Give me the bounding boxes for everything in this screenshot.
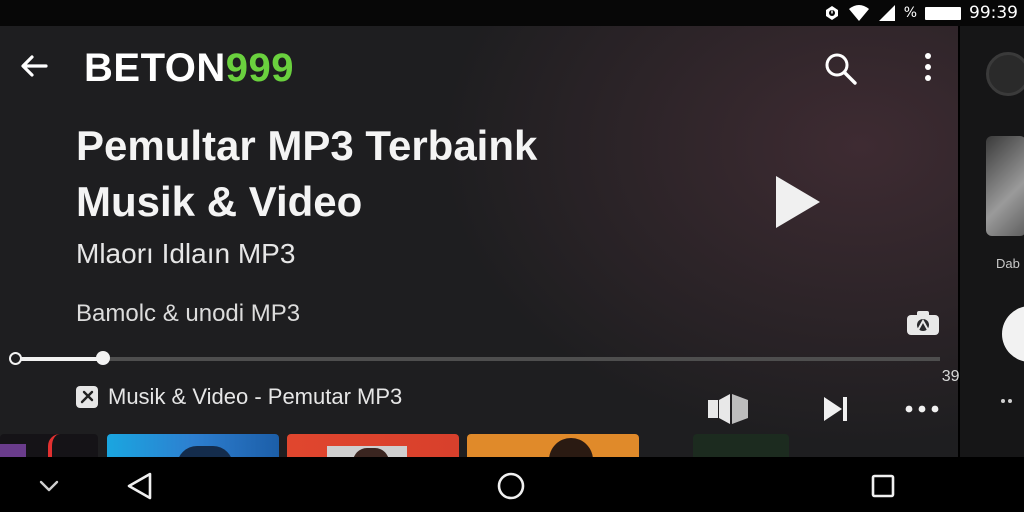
- song-title: Pemultar MP3 Terbaink Musik & Video: [76, 118, 537, 230]
- nav-back-icon[interactable]: [124, 471, 154, 501]
- brand-number: 999: [225, 46, 295, 90]
- search-icon[interactable]: [822, 50, 860, 88]
- title-line-2: Musik & Video: [76, 178, 363, 225]
- arrow-left-icon[interactable]: [16, 48, 52, 84]
- seek-bar-progress: [15, 357, 103, 361]
- status-time: 99:39: [969, 3, 1018, 23]
- nav-recents-icon[interactable]: [870, 473, 896, 499]
- chevron-down-icon[interactable]: [38, 479, 60, 493]
- avatar[interactable]: [986, 52, 1024, 96]
- thumbnail-card[interactable]: [693, 434, 789, 457]
- wifi-icon: [848, 5, 869, 21]
- navigation-bar: [0, 457, 1024, 512]
- nav-home-icon[interactable]: [496, 471, 526, 501]
- seek-start-marker: [9, 352, 22, 365]
- previous-icon[interactable]: [706, 392, 750, 426]
- status-icons: % 99:39: [824, 2, 1018, 24]
- music-note-icon: [80, 390, 94, 404]
- thumbnail-card[interactable]: [467, 434, 639, 457]
- thumbnail-card[interactable]: [107, 434, 279, 457]
- thumbnail-card[interactable]: [287, 434, 459, 457]
- song-subtitle: Mlaorı Idlaın MP3: [76, 238, 296, 269]
- signal-icon: [878, 5, 895, 21]
- battery-percent-text: %: [903, 5, 917, 21]
- battery-icon: [925, 6, 961, 20]
- alarm-icon: [825, 6, 838, 20]
- app-badge-icon: [76, 386, 98, 408]
- side-card-image[interactable]: [986, 136, 1024, 236]
- brand-logo: BETON999: [84, 46, 294, 91]
- more-horizontal-icon[interactable]: [904, 402, 940, 416]
- status-bar: % 99:39: [0, 0, 1024, 26]
- now-playing-row[interactable]: Musik & Video - Pemutar MP3: [76, 384, 402, 410]
- song-description: Bamolc & unodi MP3: [76, 300, 301, 327]
- play-icon[interactable]: [770, 174, 822, 230]
- brand-text: BETON: [84, 46, 226, 90]
- more-vertical-icon[interactable]: [918, 50, 938, 84]
- next-icon[interactable]: [822, 396, 850, 422]
- title-line-1: Pemultar MP3 Terbaink: [76, 122, 538, 169]
- more-dots-icon[interactable]: [1000, 398, 1014, 404]
- thumbnail-card[interactable]: [0, 434, 98, 457]
- seek-bar[interactable]: [15, 357, 940, 361]
- thumbnail-strip: [0, 434, 958, 457]
- now-playing-label: Musik & Video - Pemutar MP3: [108, 384, 403, 409]
- camera-icon[interactable]: [906, 310, 940, 336]
- side-panel-text: Dab: [996, 256, 1020, 271]
- seek-thumb[interactable]: [95, 351, 110, 365]
